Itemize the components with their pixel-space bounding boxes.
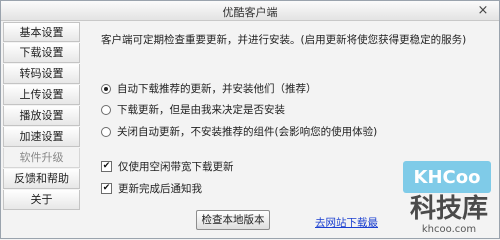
sidebar-item-download[interactable]: 下载设置 — [3, 43, 80, 63]
sidebar-item-feedback-help[interactable]: 反馈和帮助 — [3, 169, 80, 189]
sidebar-item-label: 软件升级 — [19, 151, 64, 164]
khcoo-watermark: KHCoo 科技库 khcoo.com — [401, 161, 497, 237]
sidebar-item-label: 关于 — [30, 193, 53, 206]
title-bar: 优酷客户端 × — [1, 1, 499, 21]
sidebar-item-about[interactable]: 关于 — [3, 190, 80, 210]
radio-auto-download-install[interactable]: 自动下载推荐的更新，并安装他们（推荐） — [101, 81, 317, 96]
sidebar-item-acceleration[interactable]: 加速设置 — [3, 127, 80, 147]
radio-unselected-icon — [101, 104, 111, 115]
sidebar-item-label: 转码设置 — [19, 67, 64, 80]
sidebar-item-label: 基本设置 — [19, 26, 64, 39]
sidebar-item-label: 下载设置 — [19, 46, 64, 59]
check-local-version-button[interactable]: 检查本地版本 — [196, 210, 270, 230]
sidebar-item-software-upgrade[interactable]: 软件升级 — [3, 148, 80, 168]
sidebar-item-playback[interactable]: 播放设置 — [3, 106, 80, 126]
checkbox-checked-icon: ✔ — [101, 183, 112, 194]
sidebar-item-label: 播放设置 — [19, 109, 64, 122]
watermark-cn-text: 科技库 — [409, 194, 488, 224]
checkbox-label: 更新完成后通知我 — [118, 183, 202, 195]
radio-unselected-icon — [101, 126, 111, 137]
watermark-logo: KHCoo — [403, 161, 491, 193]
sidebar-item-label: 反馈和帮助 — [14, 172, 69, 185]
checkbox-notify-after-update[interactable]: ✔ 更新完成后通知我 — [101, 181, 202, 196]
sidebar-item-upload[interactable]: 上传设置 — [3, 85, 80, 105]
radio-label: 自动下载推荐的更新，并安装他们（推荐） — [117, 83, 317, 95]
settings-sidebar: 基本设置 下载设置 转码设置 上传设置 播放设置 加速设置 软件升级 反馈和帮助… — [3, 22, 80, 224]
sidebar-item-basic[interactable]: 基本设置 — [3, 22, 80, 42]
sidebar-item-label: 加速设置 — [19, 130, 64, 143]
sidebar-item-label: 上传设置 — [19, 88, 64, 101]
checkbox-checked-icon: ✔ — [101, 161, 112, 172]
checkbox-idle-bandwidth[interactable]: ✔ 仅使用空闲带宽下载更新 — [101, 159, 234, 174]
radio-label: 下载更新，但是由我来决定是否安装 — [117, 104, 285, 116]
sidebar-item-transcode[interactable]: 转码设置 — [3, 64, 80, 84]
radio-label: 关闭自动更新，不安装推荐的组件(会影响您的使用体验) — [117, 126, 378, 138]
settings-window: 优酷客户端 × 基本设置 下载设置 转码设置 上传设置 播放设置 加速设置 软件… — [0, 0, 500, 239]
radio-selected-icon — [101, 83, 111, 94]
radio-download-ask-install[interactable]: 下载更新，但是由我来决定是否安装 — [101, 102, 285, 117]
checkbox-label: 仅使用空闲带宽下载更新 — [118, 161, 234, 173]
window-title: 优酷客户端 — [222, 6, 278, 19]
watermark-url-text: khcoo.com — [421, 224, 477, 235]
update-description: 客户端可定期检查重要更新，并进行安装。(启用更新将使您获得更稳定的服务) — [101, 34, 467, 46]
radio-disable-auto-update[interactable]: 关闭自动更新，不安装推荐的组件(会影响您的使用体验) — [101, 124, 377, 139]
official-download-link[interactable]: 去网站下载最 — [315, 215, 378, 230]
close-button[interactable]: × — [475, 2, 491, 18]
close-icon: × — [477, 2, 489, 18]
